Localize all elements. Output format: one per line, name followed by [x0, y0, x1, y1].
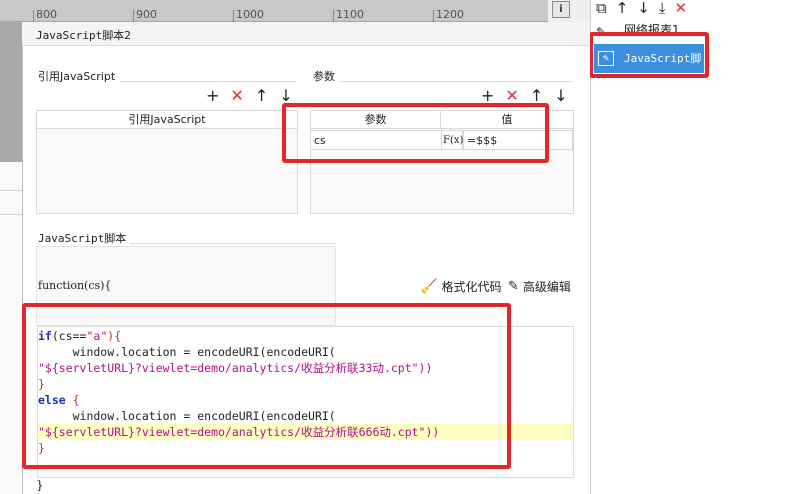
section-divider	[311, 81, 573, 82]
ref-js-section-label: 引用JavaScript	[38, 68, 120, 84]
ruler-tick	[233, 10, 234, 22]
ruler-tick-label: 900	[136, 8, 157, 21]
params-toolbar: + ✕ ↑ ↓	[481, 88, 568, 104]
ruler-tick-label: 1200	[436, 8, 464, 21]
ref-js-table: 引用JavaScript	[36, 110, 298, 214]
ruler-tick	[33, 10, 34, 22]
arrow-up-icon[interactable]: ↑	[616, 1, 629, 16]
function-closing-brace: }	[36, 478, 44, 492]
delete-icon[interactable]: ✕	[230, 88, 243, 104]
arrow-down-icon[interactable]: ↓	[554, 88, 567, 104]
canvas-gridline	[0, 214, 22, 215]
edit-icon: ✎	[508, 279, 519, 294]
add-icon[interactable]: +	[206, 88, 219, 104]
canvas-gutter	[0, 22, 24, 162]
delete-icon[interactable]: ✕	[505, 88, 518, 104]
ruler-tick-label: 800	[36, 8, 57, 21]
arrow-down-icon[interactable]: ↓	[279, 88, 292, 104]
params-section-label: 参数	[313, 68, 339, 84]
highlight-box-params	[282, 103, 549, 163]
format-code-button[interactable]: 🧹 格式化代码	[420, 278, 501, 295]
script-section-label: JavaScript脚本	[38, 230, 131, 246]
ruler-tick	[433, 10, 434, 22]
advanced-edit-button[interactable]: ✎ 高级编辑	[508, 278, 571, 295]
widget-tree-toolbar: ⧉ ↑ ↓ ⤓ ✕	[596, 0, 687, 16]
add-icon[interactable]: +	[481, 88, 494, 104]
ruler-tick-label: 1100	[336, 8, 364, 21]
highlight-box-code	[22, 303, 511, 469]
canvas-area	[0, 162, 24, 494]
arrow-up-icon[interactable]: ↑	[255, 88, 268, 104]
ruler-tick-label: 1000	[236, 8, 264, 21]
dialog-title-bar: JavaScript脚本2	[22, 22, 590, 46]
broom-icon: 🧹	[420, 278, 438, 295]
ruler-tick	[333, 10, 334, 22]
format-code-label: 格式化代码	[441, 280, 502, 294]
move-bottom-icon[interactable]: ⤓	[659, 1, 666, 16]
advanced-edit-label: 高级编辑	[522, 280, 571, 294]
copy-icon[interactable]: ⧉	[596, 1, 607, 16]
arrow-up-icon[interactable]: ↑	[530, 88, 543, 104]
background-ruler: 800 900 1000 1100 1200	[0, 0, 548, 22]
canvas-gridline	[0, 190, 22, 191]
function-signature: function(cs){	[38, 279, 112, 292]
ref-js-column-header: 引用JavaScript	[37, 111, 297, 129]
highlight-box-tree-item	[589, 32, 709, 78]
arrow-down-icon[interactable]: ↓	[637, 1, 650, 16]
ruler-tick	[133, 10, 134, 22]
delete-icon[interactable]: ✕	[675, 1, 688, 16]
dialog-title: JavaScript脚本2	[36, 29, 131, 42]
ref-js-toolbar: + ✕ ↑ ↓	[206, 88, 293, 104]
info-icon[interactable]: i	[552, 1, 570, 18]
